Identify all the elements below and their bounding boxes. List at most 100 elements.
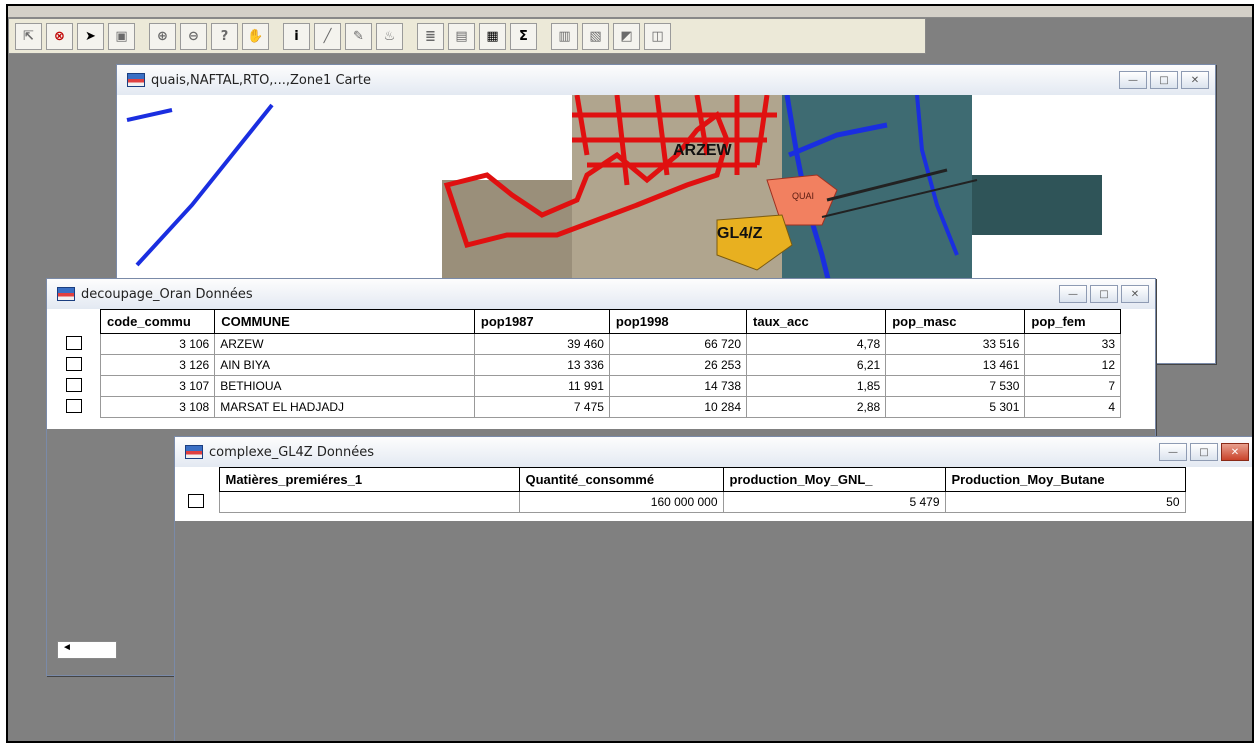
browse-table-icon[interactable]: ▦ bbox=[479, 22, 506, 50]
table-window-icon bbox=[185, 445, 203, 459]
table-cell[interactable]: 4,78 bbox=[746, 333, 887, 355]
complexe-window[interactable]: complexe_GL4Z Données — □ ✕ Matières_pre… bbox=[174, 436, 1252, 741]
table-cell[interactable]: 4 bbox=[1024, 396, 1121, 418]
layer-control-icon[interactable]: ≣ bbox=[417, 22, 444, 50]
zoom-query-icon[interactable]: ? bbox=[211, 22, 238, 50]
column-header[interactable]: Quantité_consommé bbox=[518, 467, 724, 492]
column-header[interactable]: code_commu bbox=[99, 309, 216, 334]
maximize-button[interactable]: □ bbox=[1190, 443, 1218, 461]
minimize-button[interactable]: — bbox=[1059, 285, 1087, 303]
stop-icon[interactable]: ⊗ bbox=[46, 22, 73, 50]
table-cell[interactable]: 3 106 bbox=[99, 333, 216, 355]
maximize-button[interactable]: □ bbox=[1090, 285, 1118, 303]
table-cell[interactable]: ARZEW bbox=[214, 333, 475, 355]
column-header[interactable]: Production_Moy_Butane bbox=[944, 467, 1186, 492]
table-cell[interactable]: BETHIOUA bbox=[214, 375, 475, 397]
table-cell[interactable]: 13 336 bbox=[473, 354, 610, 376]
table-row[interactable]: 3 107 BETHIOUA 11 991 14 738 1,85 7 530 7 bbox=[61, 375, 1121, 397]
horizontal-scrollbar[interactable]: ◄ bbox=[57, 641, 117, 659]
table-cell[interactable] bbox=[218, 491, 520, 513]
graph-icon[interactable]: ◩ bbox=[613, 22, 640, 50]
row-checkbox[interactable] bbox=[66, 356, 82, 371]
table-cell[interactable]: 3 107 bbox=[99, 375, 216, 397]
drag-map-icon[interactable]: ♨ bbox=[376, 22, 403, 50]
pan-hand-icon[interactable]: ✋ bbox=[242, 22, 269, 50]
statistics-sum-icon[interactable]: Σ bbox=[510, 22, 537, 50]
table-cell[interactable]: 26 253 bbox=[608, 354, 748, 376]
select-arrow-disabled-icon[interactable]: ⇱ bbox=[15, 22, 42, 50]
row-selector[interactable] bbox=[61, 334, 100, 355]
table-cell[interactable]: 5 301 bbox=[885, 396, 1026, 418]
table-cell[interactable]: 50 bbox=[944, 491, 1186, 513]
complexe-table-area: Matières_premiéres_1 Quantité_consommé pro… bbox=[175, 467, 1252, 521]
maximize-button[interactable]: □ bbox=[1150, 71, 1178, 89]
minimize-button[interactable]: — bbox=[1119, 71, 1147, 89]
table-cell[interactable]: 33 bbox=[1024, 333, 1121, 355]
table-cell[interactable]: 7 bbox=[1024, 375, 1121, 397]
table-cell[interactable]: AIN BIYA bbox=[214, 354, 475, 376]
table-row[interactable]: 3 108 MARSAT EL HADJADJ 7 475 10 284 2,88 5 3… bbox=[61, 396, 1121, 418]
table-cell[interactable]: 160 000 000 bbox=[518, 491, 724, 513]
marquee-select-icon[interactable]: ▣ bbox=[108, 22, 135, 50]
row-checkbox[interactable] bbox=[188, 493, 204, 508]
zoom-in-icon[interactable]: ⊕ bbox=[149, 22, 176, 50]
column-header[interactable]: pop_fem bbox=[1024, 309, 1121, 334]
table-cell[interactable]: 14 738 bbox=[608, 375, 748, 397]
table-cell[interactable]: 66 720 bbox=[608, 333, 748, 355]
row-checkbox[interactable] bbox=[66, 398, 82, 413]
legend-icon[interactable]: ▤ bbox=[448, 22, 475, 50]
table-row[interactable]: 160 000 000 5 479 50 bbox=[183, 491, 1186, 513]
decoupage-window-titlebar[interactable]: decoupage_Oran Données — □ ✕ bbox=[47, 279, 1155, 309]
row-checkbox[interactable] bbox=[66, 377, 82, 392]
decoupage-window-title: decoupage_Oran Données bbox=[81, 286, 253, 302]
column-header[interactable]: COMMUNE bbox=[214, 309, 475, 334]
table-cell[interactable]: 7 475 bbox=[473, 396, 610, 418]
close-button[interactable]: ✕ bbox=[1181, 71, 1209, 89]
close-button[interactable]: ✕ bbox=[1221, 443, 1249, 461]
row-selector[interactable] bbox=[61, 355, 100, 376]
row-selector[interactable] bbox=[183, 492, 219, 513]
table-row[interactable]: 3 106 ARZEW 39 460 66 720 4,78 33 516 33 bbox=[61, 333, 1121, 355]
zoom-out-icon[interactable]: ⊖ bbox=[180, 22, 207, 50]
close-button[interactable]: ✕ bbox=[1121, 285, 1149, 303]
ruler-icon[interactable]: ╱ bbox=[314, 22, 341, 50]
table-row[interactable]: 3 126 AIN BIYA 13 336 26 253 6,21 13 461 12 bbox=[61, 354, 1121, 376]
table-cell[interactable]: 7 530 bbox=[885, 375, 1026, 397]
reshape-icon[interactable]: ▧ bbox=[582, 22, 609, 50]
table-cell[interactable]: 3 108 bbox=[99, 396, 216, 418]
layout-icon[interactable]: ▥ bbox=[551, 22, 578, 50]
table-cell[interactable]: 3 126 bbox=[99, 354, 216, 376]
table-cell[interactable]: 33 516 bbox=[885, 333, 1026, 355]
table-cell[interactable]: 39 460 bbox=[473, 333, 610, 355]
table-cell[interactable]: 1,85 bbox=[746, 375, 887, 397]
table-cell[interactable]: 2,88 bbox=[746, 396, 887, 418]
column-header[interactable]: production_Moy_GNL_ bbox=[722, 467, 946, 492]
table-cell[interactable]: 5 479 bbox=[722, 491, 946, 513]
table-cell[interactable]: 10 284 bbox=[608, 396, 748, 418]
column-header[interactable]: pop_masc bbox=[885, 309, 1026, 334]
redistrict-icon[interactable]: ◫ bbox=[644, 22, 671, 50]
table-cell[interactable]: 12 bbox=[1024, 354, 1121, 376]
column-header[interactable]: pop1987 bbox=[473, 309, 610, 334]
minimize-button[interactable]: — bbox=[1159, 443, 1187, 461]
complexe-window-title: complexe_GL4Z Données bbox=[209, 444, 375, 460]
label-icon[interactable]: ✎ bbox=[345, 22, 372, 50]
row-selector[interactable] bbox=[61, 376, 100, 397]
row-checkbox[interactable] bbox=[66, 335, 82, 350]
complexe-window-titlebar[interactable]: complexe_GL4Z Données — □ ✕ bbox=[175, 437, 1252, 467]
table-cell[interactable]: 11 991 bbox=[473, 375, 610, 397]
column-header[interactable]: taux_acc bbox=[746, 309, 887, 334]
table-cell[interactable]: 6,21 bbox=[746, 354, 887, 376]
decoupage-table-area: code_commu COMMUNE pop1987 pop1998 taux_acc p… bbox=[47, 309, 1155, 429]
gl4z-map-label: GL4/Z bbox=[717, 225, 763, 242]
pointer-icon[interactable]: ➤ bbox=[77, 22, 104, 50]
column-header[interactable]: pop1998 bbox=[608, 309, 748, 334]
info-icon[interactable]: i bbox=[283, 22, 310, 50]
table-cell[interactable]: 13 461 bbox=[885, 354, 1026, 376]
row-selector-header bbox=[61, 309, 101, 334]
column-header[interactable]: Matières_premiéres_1 bbox=[218, 467, 520, 492]
scroll-left-arrow-icon[interactable]: ◄ bbox=[62, 642, 72, 653]
row-selector[interactable] bbox=[61, 397, 100, 418]
map-window-titlebar[interactable]: quais,NAFTAL,RTO,...,Zone1 Carte — □ ✕ bbox=[117, 65, 1215, 95]
table-cell[interactable]: MARSAT EL HADJADJ bbox=[214, 396, 475, 418]
